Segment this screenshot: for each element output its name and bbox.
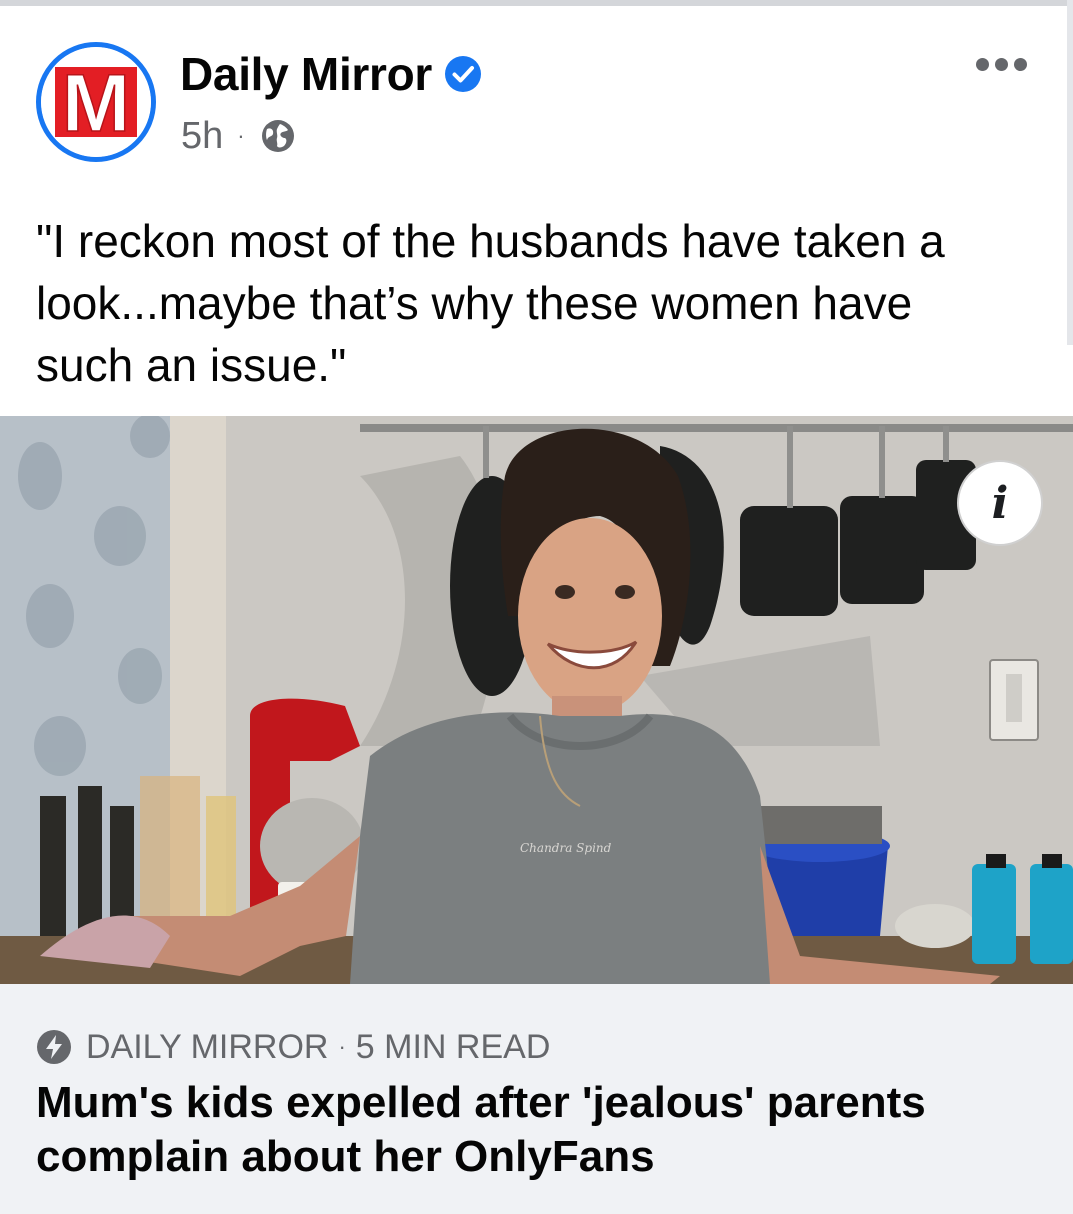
page-name-row: Daily Mirror: [180, 46, 482, 102]
headline-line: complain about her OnlyFans: [36, 1132, 655, 1181]
link-source-row: DAILY MIRROR · 5 MIN READ: [36, 1024, 550, 1070]
lightning-bolt-icon: [37, 1030, 71, 1064]
more-options-icon[interactable]: [976, 58, 1027, 71]
headline-line: Mum's kids expelled after 'jealous' pare…: [36, 1078, 926, 1127]
page-name[interactable]: Daily Mirror: [180, 47, 432, 101]
sweater-text: Chandra Spind: [520, 841, 612, 855]
link-headline[interactable]: Mum's kids expelled after 'jealous' pare…: [36, 1076, 1036, 1184]
caption-line: look...maybe that’s why these women have: [36, 277, 913, 329]
daily-mirror-logo: M: [41, 47, 151, 157]
page-avatar[interactable]: M: [36, 42, 156, 162]
woman-in-kitchen-photo: Chandra Spind: [0, 416, 1073, 984]
post-timestamp[interactable]: 5h: [181, 115, 223, 158]
caption-line: "I reckon most of the husbands have take…: [36, 215, 945, 267]
link-preview[interactable]: DAILY MIRROR · 5 MIN READ Mum's kids exp…: [0, 984, 1073, 1214]
more-dot: [976, 58, 989, 71]
feed-post: M Daily Mirror 5h · "I reckon most of th…: [0, 6, 1073, 1214]
more-dot: [995, 58, 1008, 71]
post-caption: "I reckon most of the husbands have take…: [36, 210, 1036, 396]
caption-line: such an issue.": [36, 339, 347, 391]
globe-icon[interactable]: [259, 117, 297, 155]
link-source: DAILY MIRROR: [86, 1027, 329, 1066]
article-image[interactable]: Chandra Spind: [0, 416, 1073, 984]
post-meta: 5h ·: [181, 112, 297, 160]
link-read-time: 5 MIN READ: [355, 1027, 551, 1066]
meta-separator: ·: [237, 123, 245, 148]
info-icon[interactable]: i: [957, 460, 1043, 546]
more-dot: [1014, 58, 1027, 71]
avatar-letter: M: [62, 58, 130, 149]
verified-badge-icon: [445, 56, 482, 92]
link-separator: ·: [338, 1034, 346, 1059]
right-edge-border: [1067, 0, 1073, 345]
